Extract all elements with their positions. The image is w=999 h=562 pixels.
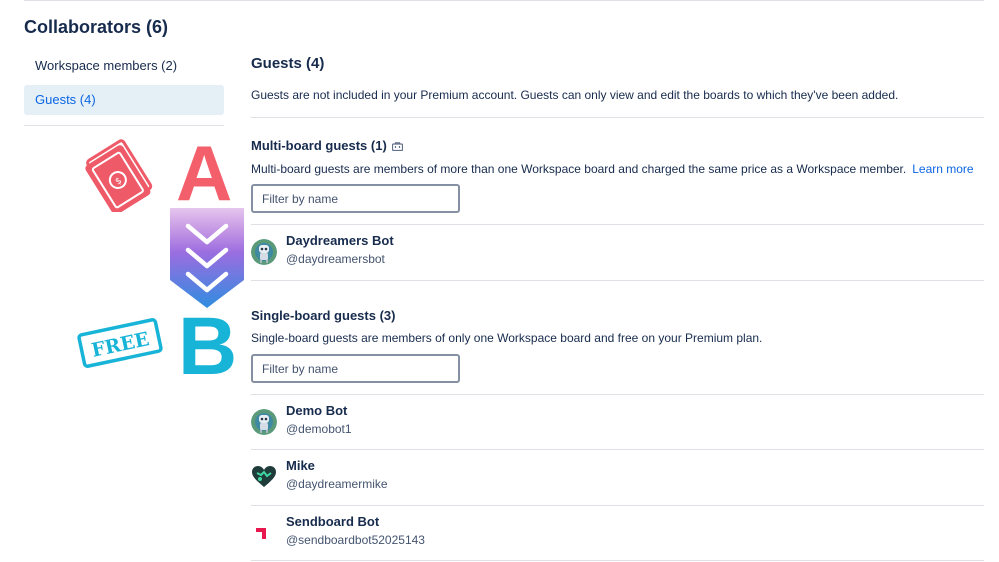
money-bills-icon: $ [85, 139, 153, 212]
list-item[interactable]: Daydreamers Bot @daydreamersbot [251, 232, 984, 272]
member-username: @daydreamersbot [286, 252, 385, 266]
multi-board-section-title: Multi-board guests (1) [251, 138, 403, 153]
divider [251, 449, 984, 450]
single-board-filter-input[interactable] [251, 354, 460, 383]
top-divider [24, 0, 984, 1]
sendboard-logo [256, 528, 266, 539]
triple-chevron-down-icon [170, 208, 244, 308]
member-username: @daydreamermike [286, 477, 388, 491]
free-stamp-icon: FREE [77, 318, 163, 368]
robot-avatar [251, 239, 277, 265]
letter-b: B [178, 301, 238, 392]
divider [251, 560, 984, 561]
single-board-description: Single-board guests are members of only … [251, 331, 763, 345]
sidebar-divider [24, 125, 224, 126]
multi-board-description-row: Multi-board guests are members of more t… [251, 162, 974, 176]
guests-description: Guests are not included in your Premium … [251, 88, 899, 102]
guests-title: Guests (4) [251, 55, 325, 72]
member-name: Sendboard Bot [286, 514, 380, 529]
member-username: @demobot1 [286, 422, 352, 436]
list-item[interactable]: Demo Bot @demobot1 [251, 402, 984, 442]
free-stamp-text: FREE [90, 328, 152, 362]
page-title: Collaborators (6) [24, 17, 169, 37]
multi-board-filter-input[interactable] [251, 184, 460, 213]
heart-avatar [252, 466, 276, 487]
list-item[interactable]: Sendboard Bot @sendboardbot52025143 [251, 513, 984, 553]
divider [251, 505, 984, 506]
single-board-title: Single-board guests (3) [251, 308, 396, 323]
member-name: Daydreamers Bot [286, 233, 394, 248]
divider [251, 224, 984, 225]
divider [251, 280, 984, 281]
briefcase-icon [391, 142, 403, 151]
member-name: Mike [286, 458, 315, 473]
list-item[interactable]: Mike @daydreamermike [251, 457, 984, 497]
divider [251, 117, 984, 118]
multi-board-description: Multi-board guests are members of more t… [251, 162, 907, 176]
robot-avatar [251, 409, 277, 435]
multi-board-title: Multi-board guests (1) [251, 138, 387, 153]
member-username: @sendboardbot52025143 [286, 533, 425, 547]
sidebar-item-workspace-members[interactable]: Workspace members (2) [24, 51, 224, 81]
member-name: Demo Bot [286, 403, 348, 418]
divider [251, 394, 984, 395]
sidebar-item-guests[interactable]: Guests (4) [24, 85, 224, 115]
letter-a: A [176, 129, 233, 217]
learn-more-link[interactable]: Learn more [912, 162, 973, 176]
